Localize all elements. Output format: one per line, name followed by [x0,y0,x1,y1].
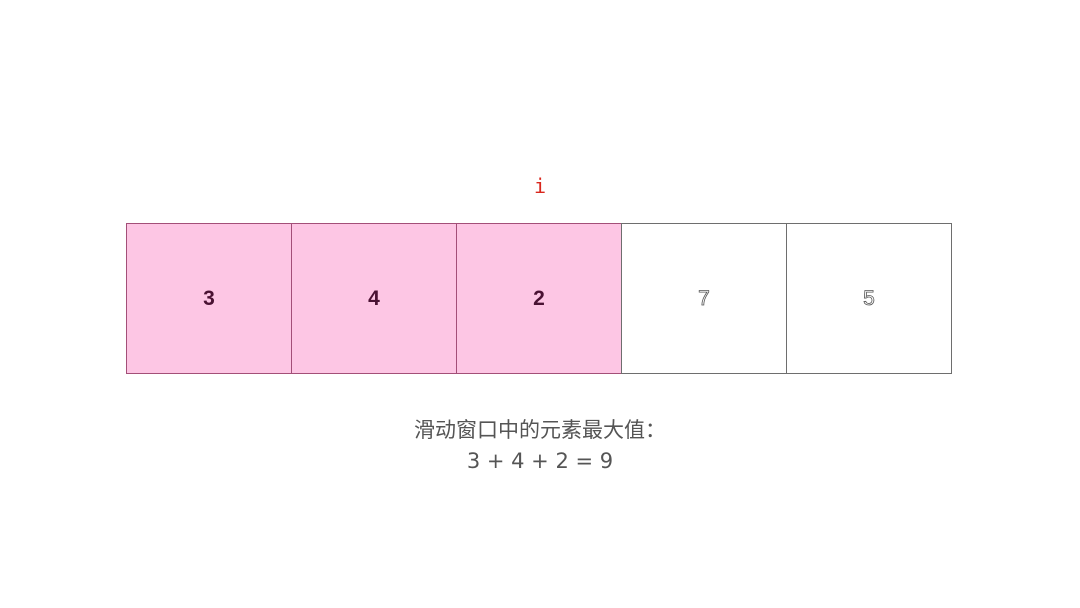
array-cell-1: 4 [291,223,457,374]
array-cell-0: 3 [126,223,292,374]
array-cell-2: 2 [456,223,622,374]
caption-sum: 3 + 4 + 2 = 9 [466,449,614,473]
array-row: 3 4 2 7 5 [126,223,955,374]
array-cell-value: 5 [863,286,875,310]
array-cell-value: 4 [368,286,380,310]
array-cell-4: 5 [786,223,952,374]
pointer-label-i: i [533,174,547,198]
array-cell-value: 2 [533,286,545,310]
array-cell-3: 7 [621,223,787,374]
sliding-window-diagram: i 3 4 2 7 5 滑动窗口中的元素最大值： 3 + 4 + 2 = 9 [0,0,1080,608]
array-cell-value: 7 [698,286,710,310]
caption-title: 滑动窗口中的元素最大值： [414,418,666,442]
array-cell-value: 3 [203,286,215,310]
